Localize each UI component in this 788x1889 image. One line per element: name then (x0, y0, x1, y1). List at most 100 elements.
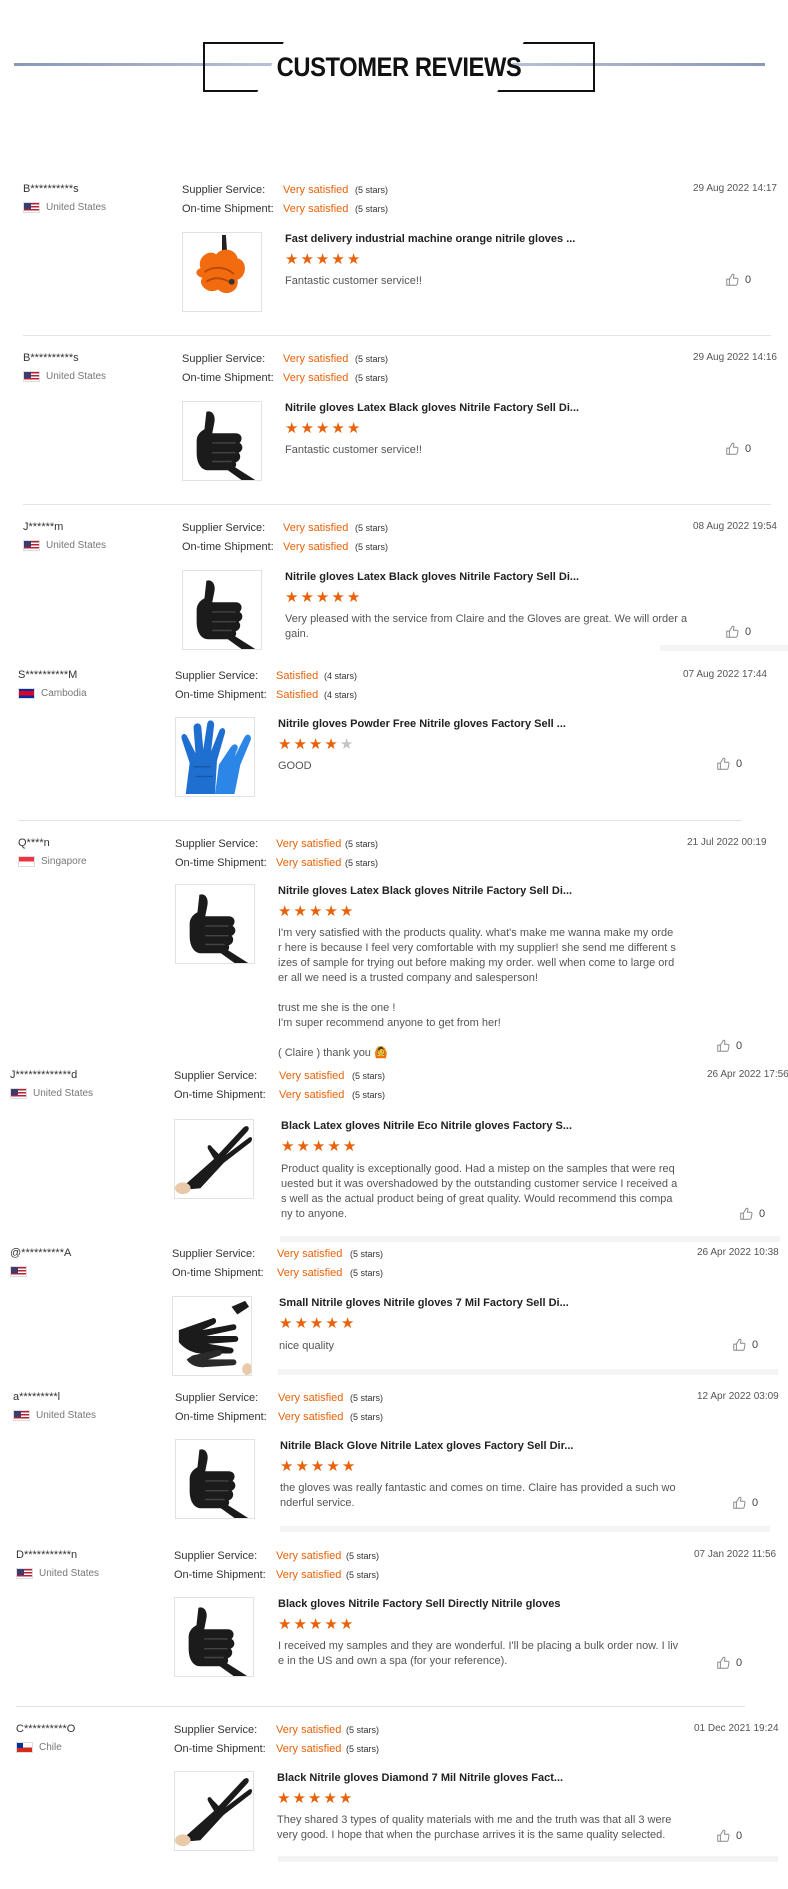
product-title-link[interactable]: Small Nitrile gloves Nitrile gloves 7 Mi… (279, 1297, 569, 1309)
star-icon: ★ (346, 251, 361, 268)
product-title-link[interactable]: Nitrile gloves Latex Black gloves Nitril… (285, 571, 579, 583)
star-icon: ★ (277, 1790, 291, 1807)
product-thumbnail[interactable] (182, 401, 262, 481)
product-thumbnail[interactable] (182, 232, 262, 312)
country-flag-icon (23, 540, 40, 551)
ontime-shipment-rating: Very satisfied (279, 1089, 345, 1101)
ontime-shipment-rating: Very satisfied (283, 372, 349, 384)
supplier-service-label: Supplier Service: (175, 838, 259, 850)
supplier-service-stars: (5 stars) (352, 1071, 386, 1081)
thumbs-up-icon (725, 625, 739, 639)
review-star-rating: ★ ★ ★ ★ ★ (279, 1316, 354, 1331)
star-icon: ★ (300, 589, 314, 606)
helpful-like-button[interactable]: 0 (725, 273, 751, 287)
buyer-name: J*************d (10, 1069, 78, 1081)
product-thumbnail[interactable] (175, 717, 255, 797)
product-title-link[interactable]: Black Latex gloves Nitrile Eco Nitrile g… (281, 1120, 572, 1132)
ontime-shipment-stars: (5 stars) (352, 1090, 386, 1100)
product-title-link[interactable]: Black gloves Nitrile Factory Sell Direct… (278, 1598, 560, 1610)
star-icon: ★ (339, 1616, 354, 1633)
helpful-like-button[interactable]: 0 (716, 1039, 742, 1053)
star-icon: ★ (296, 1138, 310, 1155)
helpful-like-button[interactable]: 0 (732, 1338, 758, 1352)
ontime-shipment-label: On-time Shipment: (182, 541, 274, 553)
supplier-service-stars: (5 stars) (350, 1249, 384, 1259)
review-star-rating: ★ ★ ★ ★ ★ (285, 252, 360, 267)
product-thumbnail[interactable] (174, 1597, 254, 1677)
thumbs-up-icon (732, 1338, 746, 1352)
country-flag-icon (16, 1568, 33, 1579)
country-flag-icon (23, 202, 40, 213)
helpful-like-button[interactable]: 0 (716, 1656, 742, 1670)
ontime-shipment-rating: Very satisfied (277, 1267, 343, 1279)
product-thumbnail[interactable] (174, 1771, 254, 1851)
supplier-service-label: Supplier Service: (182, 184, 266, 196)
product-thumbnail[interactable] (174, 1119, 254, 1199)
review-star-rating: ★ ★ ★ ★ ★ (278, 904, 353, 919)
like-count: 0 (752, 1339, 759, 1351)
star-icon: ★ (285, 251, 299, 268)
supplier-service-stars: (5 stars) (346, 1551, 380, 1561)
review-star-rating: ★ ★ ★ ★ ★ (280, 1459, 355, 1474)
product-title-link[interactable]: Nitrile gloves Powder Free Nitrile glove… (278, 718, 566, 730)
review-comment: Very pleased with the service from Clair… (285, 613, 688, 640)
buyer-country: United States (10, 1088, 93, 1099)
product-thumbnail[interactable] (175, 1439, 255, 1519)
ontime-shipment-stars: (5 stars) (345, 858, 379, 868)
thumbs-up-icon (716, 1039, 730, 1053)
star-icon: ★ (308, 903, 323, 920)
supplier-service-stars: (5 stars) (345, 839, 379, 849)
like-count: 0 (736, 1040, 743, 1052)
product-title-link[interactable]: Nitrile gloves Latex Black gloves Nitril… (278, 885, 572, 897)
product-title-link[interactable]: Black Nitrile gloves Diamond 7 Mil Nitri… (277, 1772, 563, 1784)
helpful-like-button[interactable]: 0 (739, 1207, 765, 1221)
buyer-name: J******m (23, 521, 64, 533)
product-title-link[interactable]: Nitrile gloves Latex Black gloves Nitril… (285, 402, 579, 414)
star-icon: ★ (324, 903, 338, 920)
star-icon: ★ (307, 1790, 322, 1807)
buyer-country: United States (13, 1410, 96, 1421)
product-title-link[interactable]: Nitrile Black Glove Nitrile Latex gloves… (280, 1440, 573, 1452)
country-name: United States (39, 1568, 100, 1579)
product-thumbnail[interactable] (175, 884, 255, 964)
helpful-like-button[interactable]: 0 (732, 1496, 758, 1510)
product-thumbnail[interactable] (172, 1296, 252, 1376)
review-star-rating: ★ ★ ★ ★ ★ (278, 737, 353, 752)
review-star-rating: ★ ★ ★ ★ ★ (278, 1617, 353, 1632)
review-date: 21 Jul 2022 00:19 (687, 837, 767, 848)
like-count: 0 (745, 443, 752, 455)
review-comment: Fantastic customer service!! (285, 444, 422, 456)
review-comment: the gloves was really fantastic and come… (280, 1482, 676, 1509)
review-date: 07 Aug 2022 17:44 (683, 669, 767, 680)
supplier-service-rating: Very satisfied (277, 1248, 343, 1260)
buyer-country: United States (16, 1568, 99, 1579)
helpful-like-button[interactable]: 0 (725, 442, 751, 456)
star-icon: ★ (278, 736, 292, 753)
star-icon: ★ (293, 736, 307, 753)
helpful-like-button[interactable]: 0 (716, 1829, 742, 1843)
buyer-country: United States (23, 202, 106, 213)
helpful-like-button[interactable]: 0 (725, 625, 751, 639)
ontime-shipment-label: On-time Shipment: (174, 1569, 266, 1581)
review-date: 26 Apr 2022 10:38 (697, 1247, 779, 1258)
product-title-link[interactable]: Fast delivery industrial machine orange … (285, 233, 575, 245)
star-icon: ★ (293, 903, 307, 920)
buyer-name: D***********n (16, 1549, 78, 1561)
review-star-rating: ★ ★ ★ ★ ★ (285, 590, 360, 605)
supplier-service-rating: Very satisfied (283, 522, 349, 534)
star-icon: ★ (309, 1315, 324, 1332)
supplier-service-rating: Very satisfied (276, 1550, 342, 1562)
country-flag-icon (10, 1088, 27, 1099)
star-icon: ★ (315, 251, 330, 268)
product-thumbnail[interactable] (182, 570, 262, 650)
star-icon: ★ (346, 589, 361, 606)
review-comment: I received my samples and they are wonde… (278, 1640, 679, 1667)
review-date: 26 Apr 2022 17:56 (707, 1069, 788, 1080)
supplier-service-label: Supplier Service: (174, 1724, 258, 1736)
thumbs-up-icon (716, 1656, 730, 1670)
thumbs-up-icon (725, 442, 739, 456)
helpful-like-button[interactable]: 0 (716, 757, 742, 771)
ontime-shipment-stars: (4 stars) (324, 690, 358, 700)
supplier-service-rating: Very satisfied (276, 838, 342, 850)
star-icon: ★ (278, 903, 292, 920)
